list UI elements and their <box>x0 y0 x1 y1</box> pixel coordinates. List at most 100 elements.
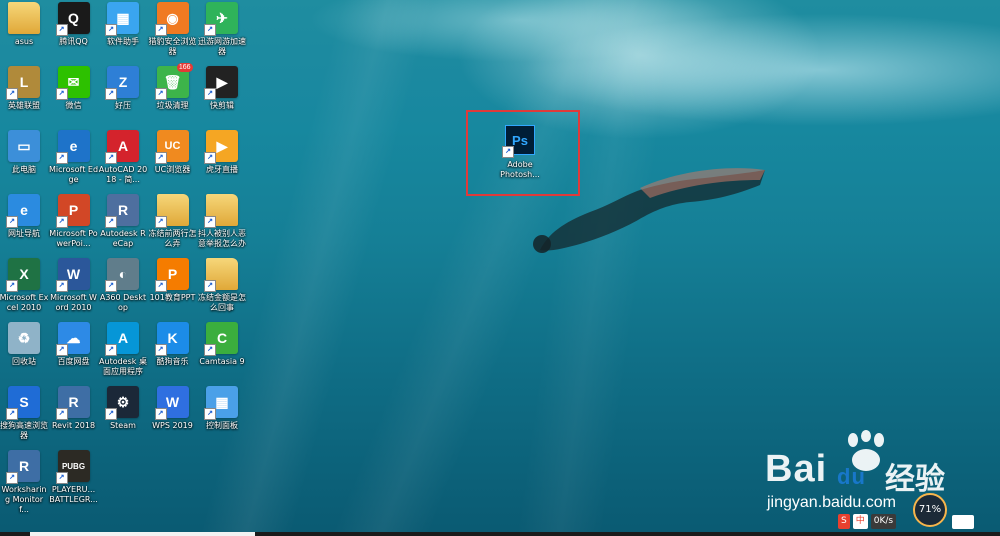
photoshop-glyph: Ps <box>512 132 528 148</box>
camtasia-icon: C ↗ <box>204 322 238 356</box>
desktop-icon-item[interactable]: P ↗ 101教育PPT <box>148 258 198 303</box>
desktop-icon-label: Microsoft PowerPoi... <box>49 229 98 248</box>
software-assistant-icon: ▦ ↗ <box>105 2 139 36</box>
worksharing-monitor-icon: R ↗ <box>6 450 40 484</box>
desktop-icon-item[interactable]: ↗ 冻结前两行怎么弄 <box>148 194 198 249</box>
sogou-ime-icon[interactable]: S <box>838 513 850 529</box>
desktop-icon-item[interactable]: e ↗ Microsoft Edge <box>49 130 99 185</box>
desktop-icon-item[interactable]: ◉ ↗ 猎豹安全浏览器 <box>148 2 198 57</box>
autodesk-app-icon: A ↗ <box>105 322 139 356</box>
desktop-icon-item[interactable]: P ↗ Microsoft PowerPoi... <box>49 194 99 249</box>
folder-icon: ↗ <box>204 194 238 228</box>
pubg-icon: PUBG ↗ <box>55 450 90 484</box>
huya-icon: ▶ ↗ <box>204 130 238 164</box>
desktop-icon-item[interactable]: ⚙ ↗ Steam <box>98 386 148 431</box>
desktop-icon-item[interactable]: ◐ ↗ A360 Desktop <box>98 258 148 313</box>
desktop-icon-item[interactable]: ▶ ↗ 虎牙直播 <box>197 130 247 175</box>
shortcut-arrow-icon: ↗ <box>502 146 514 158</box>
desktop-icon-label: Camtasia 9 <box>199 357 245 366</box>
desktop-icon-item[interactable]: R ↗ Autodesk ReCap <box>98 194 148 249</box>
this-pc-icon: ▭ <box>8 130 40 162</box>
shortcut-arrow-icon: ↗ <box>105 24 117 36</box>
speed-gauge[interactable]: 71% <box>913 493 947 527</box>
desktop-icon-item[interactable]: C ↗ Camtasia 9 <box>197 322 247 367</box>
taskbar-search-box[interactable] <box>30 532 255 536</box>
uc-browser-icon: UC ↗ <box>154 130 189 164</box>
shortcut-arrow-icon: ↗ <box>204 280 216 292</box>
ime-mode-label[interactable]: 中 <box>852 513 868 529</box>
desktop-icon-item[interactable]: A ↗ Autodesk 桌面应用程序 <box>98 322 148 377</box>
desktop-icon-item[interactable]: X ↗ Microsoft Excel 2010 <box>0 258 49 313</box>
desktop-icon-item[interactable]: ▦ ↗ 控制面板 <box>197 386 247 431</box>
desktop-icon-label: Worksharing Monitor f... <box>1 485 47 514</box>
desktop-icon-label: Autodesk ReCap <box>100 229 146 248</box>
shortcut-arrow-icon: ↗ <box>204 152 216 164</box>
shortcut-arrow-icon: ↗ <box>154 88 167 100</box>
shortcut-arrow-icon: ↗ <box>204 344 216 356</box>
wps-icon: W ↗ <box>154 386 189 420</box>
desktop-icon-label: WPS 2019 <box>152 421 193 430</box>
powerpoint-icon: P ↗ <box>55 194 90 228</box>
cheetah-browser-icon: ◉ ↗ <box>154 2 189 36</box>
desktop-icon-item[interactable]: W ↗ WPS 2019 <box>148 386 198 431</box>
photoshop-icon[interactable]: Ps ↗ <box>502 125 535 158</box>
recap-icon: R ↗ <box>105 194 139 228</box>
desktop-icon-item[interactable]: e ↗ 网址导航 <box>0 194 49 239</box>
folder-icon: ↗ <box>204 258 238 292</box>
desktop-icon-item[interactable]: S ↗ 搜狗高速浏览器 <box>0 386 49 441</box>
shortcut-arrow-icon: ↗ <box>154 408 167 420</box>
desktop-icon-label: Microsoft Excel 2010 <box>0 293 49 312</box>
desktop-icon-item[interactable]: ↗ 抖人被别人恶意举报怎么办 <box>197 194 247 249</box>
desktop-icon-item[interactable]: L ↗ 英雄联盟 <box>0 66 49 111</box>
autocad-icon: A ↗ <box>105 130 139 164</box>
desktop-icon-item[interactable]: asus <box>0 2 49 47</box>
desktop-icon-item[interactable]: Q ↗ 腾讯QQ <box>49 2 99 47</box>
desktop-icon-item[interactable]: R ↗ Worksharing Monitor f... <box>0 450 49 515</box>
desktop-icon-item[interactable]: Z ↗ 好压 <box>98 66 148 111</box>
desktop-icon-item[interactable]: W ↗ Microsoft Word 2010 <box>49 258 99 313</box>
desktop-icon-item[interactable]: A ↗ AutoCAD 2018 - 简... <box>98 130 148 185</box>
desktop-icon-item[interactable]: 🗑 166 ↗ 垃圾清理 <box>148 63 198 111</box>
desktop-icon-item[interactable]: ✉ ↗ 微信 <box>49 66 99 111</box>
tray-window-icon[interactable] <box>952 515 974 529</box>
shortcut-arrow-icon: ↗ <box>6 408 18 420</box>
shortcut-arrow-icon: ↗ <box>55 152 68 164</box>
desktop-icon-item[interactable]: K ↗ 酷狗音乐 <box>148 322 198 367</box>
folder-icon <box>8 2 40 34</box>
shortcut-arrow-icon: ↗ <box>55 216 68 228</box>
word-icon: W ↗ <box>55 258 90 292</box>
sogou-browser-icon: S ↗ <box>6 386 40 420</box>
desktop-icon-item[interactable]: ▶ ↗ 快剪辑 <box>197 66 247 111</box>
shortcut-arrow-icon: ↗ <box>204 88 216 100</box>
kugou-icon: K ↗ <box>154 322 189 356</box>
desktop-icon-item[interactable]: ✈ ↗ 迅游网游加速器 <box>197 2 247 57</box>
desktop-icon-label: 英雄联盟 <box>8 101 40 110</box>
desktop-icon-label: PLAYERU... BATTLEGR... <box>49 485 98 504</box>
shortcut-arrow-icon: ↗ <box>105 216 117 228</box>
desktop-icon-item[interactable]: ↗ 冻结金额是怎么回事 <box>197 258 247 313</box>
desktop-icon-item[interactable]: ☁ ↗ 百度网盘 <box>49 322 99 367</box>
shortcut-arrow-icon: ↗ <box>55 344 68 356</box>
baidu-jingyan-watermark: Bai du 经验 jingyan.baidu.com <box>765 430 995 520</box>
desktop-icon-item[interactable]: ♻ 回收站 <box>0 322 49 367</box>
shortcut-arrow-icon: ↗ <box>204 216 216 228</box>
shortcut-arrow-icon: ↗ <box>55 472 68 484</box>
trash-cleanup-icon: 🗑 166 ↗ <box>154 63 193 100</box>
desktop-icon-item[interactable]: ▦ ↗ 软件助手 <box>98 2 148 47</box>
photoshop-label[interactable]: Adobe Photosh... <box>490 160 550 180</box>
desktop-icon-label: 回收站 <box>12 357 36 366</box>
desktop-icon-item[interactable]: UC ↗ UC浏览器 <box>148 130 198 175</box>
shortcut-arrow-icon: ↗ <box>154 152 167 164</box>
shortcut-arrow-icon: ↗ <box>105 88 117 100</box>
net-speed-label: 0K/s <box>870 513 897 529</box>
revit-icon: R ↗ <box>55 386 90 420</box>
shortcut-arrow-icon: ↗ <box>6 216 18 228</box>
shortcut-arrow-icon: ↗ <box>154 280 167 292</box>
shortcut-arrow-icon: ↗ <box>105 152 117 164</box>
desktop-icon-item[interactable]: PUBG ↗ PLAYERU... BATTLEGR... <box>49 450 99 505</box>
desktop-icon-label: asus <box>14 37 34 46</box>
desktop-icon-label: Steam <box>110 421 136 430</box>
desktop-icon-item[interactable]: ▭ 此电脑 <box>0 130 49 175</box>
wechat-icon: ✉ ↗ <box>55 66 90 100</box>
desktop-icon-item[interactable]: R ↗ Revit 2018 <box>49 386 99 431</box>
